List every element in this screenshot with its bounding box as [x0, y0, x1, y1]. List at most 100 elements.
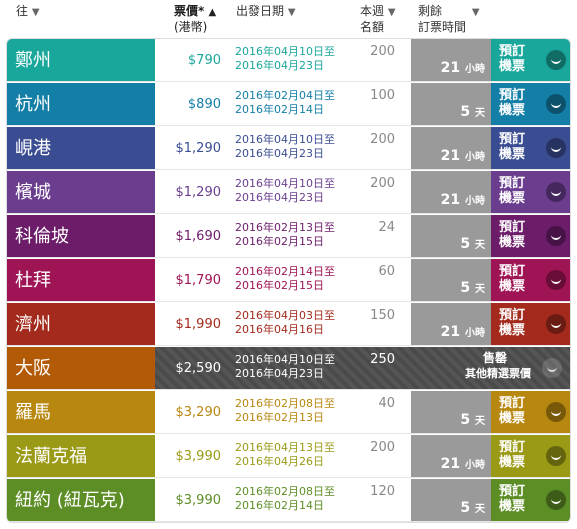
table-row[interactable]: 科倫坡 $1,690 2016年02月13日至 2016年02月15日 24 5 天預訂機… — [7, 215, 570, 258]
book-ticket-button[interactable]: 預訂 機票 — [491, 479, 570, 521]
destination-name[interactable]: 杜拜 — [7, 259, 155, 301]
time-number: 5 — [460, 500, 475, 516]
book-ticket-button[interactable]: 預訂 機票 — [491, 39, 570, 81]
book-ticket-button[interactable]: 預訂 機票 — [491, 171, 570, 213]
date-from: 2016年02月14日至 — [235, 265, 335, 278]
sort-remaining[interactable]: 剩餘 ▼ 訂票時間 — [418, 4, 480, 34]
fare-price: $890 — [187, 97, 221, 112]
weekly-quota: 100 — [370, 88, 395, 103]
fare-price: $1,290 — [175, 141, 222, 156]
book-ticket-button[interactable]: 預訂 機票 — [491, 127, 570, 169]
time-number: 21 — [440, 324, 465, 340]
book-ticket-button[interactable]: 預訂 機票 — [491, 259, 570, 301]
destination-name[interactable]: 法蘭克福 — [7, 435, 155, 477]
date-to: 2016年04月16日 — [235, 323, 324, 336]
date-from: 2016年04月10日至 — [235, 353, 335, 366]
remaining-time-value: 5 天 — [460, 104, 485, 120]
remaining-time: 5 天 — [411, 391, 491, 433]
book-ticket-button[interactable]: 預訂 機票 — [491, 303, 570, 345]
remaining-time-value: 5 天 — [460, 236, 485, 252]
sort-price[interactable]: 票價* ▲ (港幣) — [174, 4, 216, 34]
table-row[interactable]: 杭州 $890 2016年02月04日至 2016年02月14日 100 5 天預訂 機票 — [7, 83, 570, 126]
remaining-time: 21 小時 — [411, 127, 491, 169]
book-ticket-label: 預訂 機票 — [499, 176, 526, 206]
travel-dates: 2016年04月03日至 2016年04月16日 — [235, 309, 347, 337]
fare-price: $3,990 — [175, 493, 222, 508]
destination-name[interactable]: 羅馬 — [7, 391, 155, 433]
remaining-time-value: 21 小時 — [441, 192, 485, 208]
date-from: 2016年02月04日至 — [235, 89, 335, 102]
table-row[interactable]: 檳城 $1,290 2016年04月10日至 2016年04月23日 200 21 小時預… — [7, 171, 570, 214]
date-from: 2016年02月08日至 — [235, 397, 335, 410]
smile-icon — [546, 490, 566, 510]
date-to: 2016年02月13日 — [235, 411, 324, 424]
time-unit: 天 — [475, 284, 485, 295]
destination-name[interactable]: 科倫坡 — [7, 215, 155, 257]
book-ticket-button[interactable]: 預訂 機票 — [491, 83, 570, 125]
smile-icon — [546, 94, 566, 114]
smile-icon — [546, 402, 566, 422]
remaining-time-value: 21 小時 — [441, 148, 485, 164]
destination-name[interactable]: 鄭州 — [7, 39, 155, 81]
sort-down-icon: ▼ — [31, 7, 40, 18]
fare-price: $1,990 — [175, 317, 222, 332]
travel-dates: 2016年04月10日至 2016年04月23日 — [235, 177, 347, 205]
quota-header-label: 本週 — [360, 4, 385, 18]
travel-dates: 2016年02月08日至 2016年02月14日 — [235, 485, 347, 513]
time-unit: 天 — [475, 416, 485, 427]
book-ticket-label: 預訂 機票 — [499, 396, 526, 426]
fare-price: $790 — [187, 53, 221, 68]
weekly-quota: 250 — [370, 352, 395, 367]
destination-name[interactable]: 大阪 — [7, 347, 155, 389]
table-row[interactable]: 羅馬 $3,290 2016年02月08日至 2016年02月13日 40 5 天預訂 機票 — [7, 391, 570, 434]
sort-date[interactable]: 出發日期 ▼ — [236, 4, 296, 20]
table-row[interactable]: 濟州 $1,990 2016年04月03日至 2016年04月16日 150 21 小時預… — [7, 303, 570, 346]
table-row[interactable]: 杜拜 $1,790 2016年02月14日至 2016年02月15日 60 5 天預訂 機票 — [7, 259, 570, 302]
date-to: 2016年02月14日 — [235, 103, 324, 116]
fare-price: $1,290 — [175, 185, 222, 200]
travel-dates: 2016年04月10日至 2016年04月23日 — [235, 133, 347, 161]
destination-name[interactable]: 濟州 — [7, 303, 155, 345]
fare-price: $3,990 — [175, 449, 222, 464]
travel-dates: 2016年02月04日至 2016年02月14日 — [235, 89, 347, 117]
remaining-time: 5 天 — [411, 479, 491, 521]
time-number: 5 — [460, 280, 475, 296]
smile-icon — [546, 50, 566, 70]
destination-name[interactable]: 檳城 — [7, 171, 155, 213]
date-to: 2016年04月23日 — [235, 147, 324, 160]
date-to: 2016年04月26日 — [235, 455, 324, 468]
weekly-quota: 120 — [370, 484, 395, 499]
sort-destination[interactable]: 往 ▼ — [16, 4, 40, 20]
table-row[interactable]: 峴港 $1,290 2016年04月10日至 2016年04月23日 200 21 小時預… — [7, 127, 570, 170]
fare-price: $3,290 — [175, 405, 222, 420]
time-number: 5 — [460, 104, 475, 120]
table-row[interactable]: 大阪 $2,590 2016年04月10日至 2016年04月23日 250 售罄 其他精選… — [7, 347, 570, 390]
travel-dates: 2016年02月13日至 2016年02月15日 — [235, 221, 347, 249]
book-ticket-button[interactable]: 預訂 機票 — [491, 435, 570, 477]
book-ticket-button[interactable]: 預訂 機票 — [491, 215, 570, 257]
time-number: 21 — [440, 456, 465, 472]
book-ticket-label: 預訂 機票 — [499, 440, 526, 470]
weekly-quota: 60 — [378, 264, 395, 279]
table-row[interactable]: 法蘭克福 $3,990 2016年04月13日至 2016年04月26日 200 21 小… — [7, 435, 570, 478]
sort-quota[interactable]: 本週 ▼ 名額 — [360, 4, 396, 34]
table-row[interactable]: 紐約 (紐瓦克) $3,990 2016年02月08日至 2016年02月14日 120… — [7, 479, 570, 522]
smile-icon — [542, 358, 562, 378]
remaining-time: 5 天 — [411, 83, 491, 125]
date-to: 2016年02月14日 — [235, 499, 324, 512]
book-ticket-button[interactable]: 預訂 機票 — [491, 391, 570, 433]
price-currency-label: (港幣) — [174, 20, 208, 34]
remaining-time-value: 21 小時 — [441, 456, 485, 472]
destination-name[interactable]: 杭州 — [7, 83, 155, 125]
smile-icon — [546, 226, 566, 246]
book-ticket-label: 預訂 機票 — [499, 88, 526, 118]
destination-name[interactable]: 紐約 (紐瓦克) — [7, 479, 155, 521]
table-row[interactable]: 鄭州 $790 2016年04月10日至 2016年04月23日 200 21 小時 預訂機… — [7, 39, 570, 82]
book-ticket-label: 預訂 機票 — [499, 220, 526, 250]
remaining-time: 5 天 — [411, 215, 491, 257]
travel-dates: 2016年02月08日至 2016年02月13日 — [235, 397, 347, 425]
destination-name[interactable]: 峴港 — [7, 127, 155, 169]
remaining-time-value: 21 小時 — [441, 60, 485, 76]
weekly-quota: 24 — [378, 220, 395, 235]
date-to: 2016年04月23日 — [235, 59, 324, 72]
